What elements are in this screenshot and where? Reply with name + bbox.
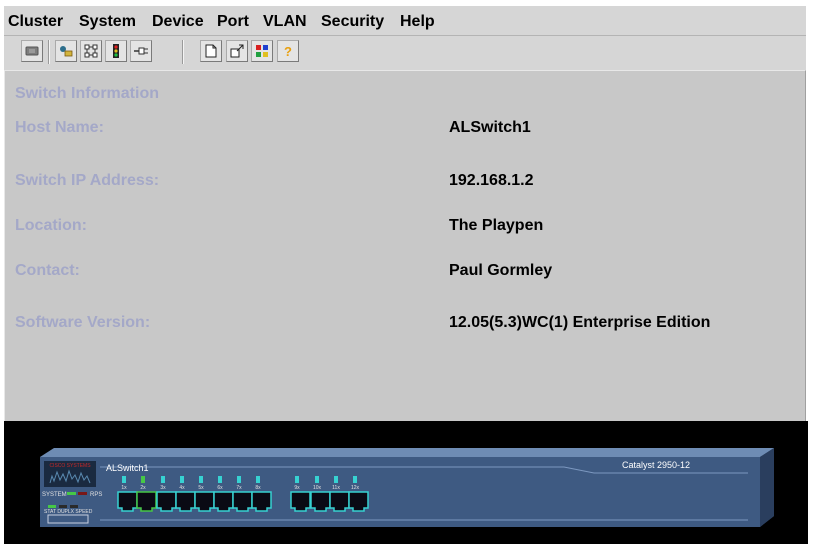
monitor-icon[interactable]	[21, 40, 43, 62]
toolbar-separator	[48, 40, 50, 64]
section-title: Switch Information	[15, 85, 159, 102]
ethernet-port[interactable]	[117, 491, 138, 512]
port-led	[353, 476, 357, 483]
port-led	[218, 476, 222, 483]
location-label: Location:	[15, 217, 87, 234]
port-led	[161, 476, 165, 483]
chassis-host-name: ALSwitch1	[106, 463, 149, 473]
port-led	[334, 476, 338, 483]
ethernet-port[interactable]	[329, 491, 350, 512]
port-led	[315, 476, 319, 483]
traffic-light-icon[interactable]	[105, 40, 127, 62]
port-led	[295, 476, 299, 483]
speed-led	[70, 505, 78, 508]
menu-vlan[interactable]: VLAN	[263, 13, 307, 31]
port-led	[141, 476, 145, 483]
menu-port[interactable]: Port	[217, 13, 249, 31]
port-led	[199, 476, 203, 483]
switch-front-panel-view: CISCO SYSTEMS SYSTEM RPS STAT DUPLX SPEE…	[4, 421, 808, 544]
port-led	[122, 476, 126, 483]
rps-led	[78, 492, 87, 495]
switch-chassis[interactable]: CISCO SYSTEMS SYSTEM RPS STAT DUPLX SPEE…	[4, 421, 808, 544]
contact-value: Paul Gormley	[449, 262, 553, 279]
port-led	[180, 476, 184, 483]
port-label: 2x	[140, 485, 146, 491]
switch-information-panel: Switch Information Host Name: ALSwitch1 …	[4, 70, 806, 421]
port-led	[237, 476, 241, 483]
port-label: 11x	[332, 485, 340, 491]
port-label: 6x	[217, 485, 223, 491]
port-label: 5x	[198, 485, 204, 491]
toolbar: ?	[4, 36, 806, 70]
new-document-icon[interactable]	[200, 40, 222, 62]
port-label: 12x	[351, 485, 360, 491]
ip-address-value: 192.168.1.2	[449, 172, 534, 189]
ethernet-port[interactable]	[175, 491, 196, 512]
move-window-icon[interactable]	[226, 40, 248, 62]
ethernet-port[interactable]	[194, 491, 215, 512]
software-version-value: 12.05(5.3)WC(1) Enterprise Edition	[449, 314, 711, 331]
port-led	[256, 476, 260, 483]
ethernet-port[interactable]	[232, 491, 253, 512]
ethernet-port[interactable]	[251, 491, 272, 512]
chassis-top	[40, 448, 774, 457]
menu-bar: Cluster System Device Port VLAN Security…	[4, 6, 806, 36]
ethernet-port[interactable]	[310, 491, 331, 512]
help-icon[interactable]: ?	[277, 40, 299, 62]
menu-security[interactable]: Security	[321, 13, 384, 31]
ip-address-label: Switch IP Address:	[15, 172, 160, 189]
brand-text: CISCO SYSTEMS	[49, 463, 91, 469]
port-label: 1x	[121, 485, 127, 491]
ethernet-port[interactable]	[136, 491, 157, 512]
chassis-model-name: Catalyst 2950-12	[622, 460, 690, 470]
host-name-label: Host Name:	[15, 119, 104, 136]
topology-icon[interactable]	[55, 40, 77, 62]
host-name-value: ALSwitch1	[449, 119, 531, 136]
port-label: 10x	[313, 485, 322, 491]
software-version-label: Software Version:	[15, 314, 151, 331]
ethernet-port[interactable]	[213, 491, 234, 512]
menu-device[interactable]: Device	[152, 13, 204, 31]
port-label: 9x	[294, 485, 300, 491]
color-grid-icon[interactable]	[251, 40, 273, 62]
ethernet-port[interactable]	[156, 491, 177, 512]
location-value: The Playpen	[449, 217, 544, 234]
svg-text:?: ?	[284, 44, 292, 59]
ethernet-port[interactable]	[290, 491, 311, 512]
system-led-label: SYSTEM	[42, 492, 67, 498]
rps-led-label: RPS	[90, 492, 102, 498]
stat-led	[48, 505, 56, 508]
ethernet-port[interactable]	[348, 491, 369, 512]
menu-cluster[interactable]: Cluster	[8, 13, 63, 31]
port-label: 4x	[179, 485, 185, 491]
system-led	[67, 492, 76, 495]
contact-label: Contact:	[15, 262, 80, 279]
toolbar-separator	[182, 40, 184, 64]
port-label: 8x	[255, 485, 261, 491]
port-label: 3x	[160, 485, 166, 491]
menu-help[interactable]: Help	[400, 13, 435, 31]
cable-icon[interactable]	[130, 40, 152, 62]
port-label: 7x	[236, 485, 242, 491]
chassis-side	[760, 448, 774, 527]
mode-labels: STAT DUPLX SPEED	[44, 509, 93, 515]
menu-system[interactable]: System	[79, 13, 136, 31]
duplex-led	[59, 505, 67, 508]
network-icon[interactable]	[80, 40, 102, 62]
